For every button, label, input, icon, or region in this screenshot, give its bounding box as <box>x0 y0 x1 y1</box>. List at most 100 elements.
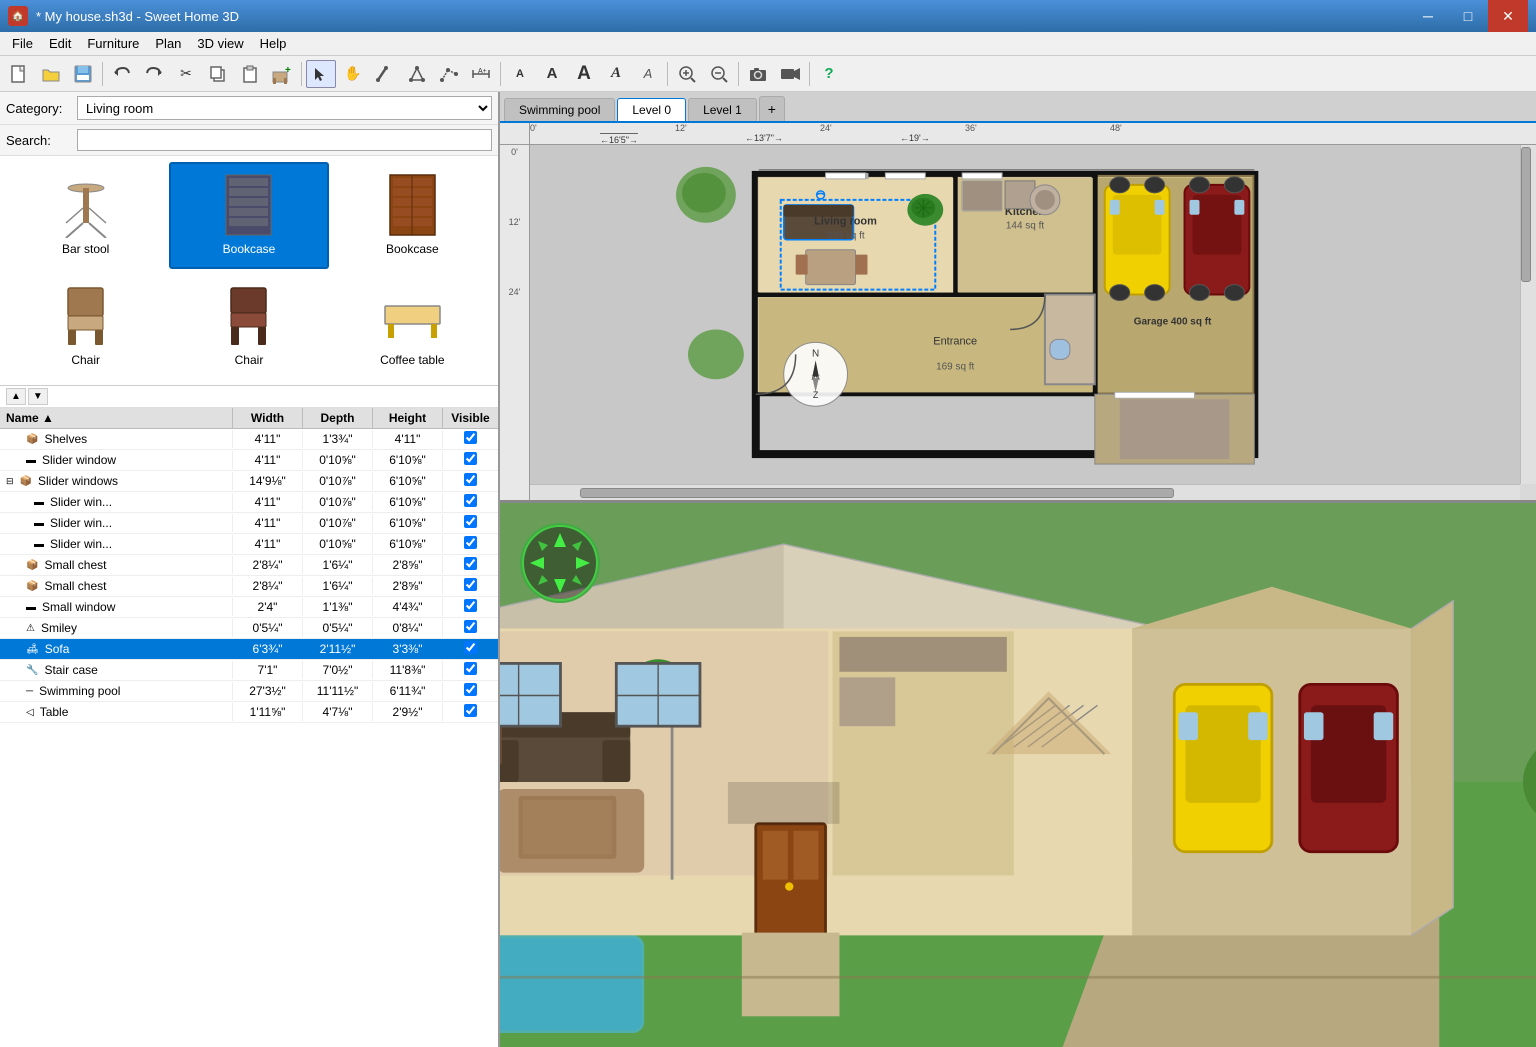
furniture-item-bookcase-2[interactable]: Bookcase <box>333 162 492 269</box>
grid-scroll-down[interactable]: ▼ <box>28 388 48 405</box>
video-button[interactable] <box>775 60 805 88</box>
list-item[interactable]: 📦Small chest 2'8¼" 1'6¼" 2'8⅝" <box>0 555 498 576</box>
redo-button[interactable] <box>139 60 169 88</box>
bookcase-1-label: Bookcase <box>223 242 276 256</box>
undo-button[interactable] <box>107 60 137 88</box>
right-panel: Swimming pool Level 0 Level 1 + 0' 12' 2… <box>500 92 1536 1047</box>
cut-button[interactable]: ✂ <box>171 60 201 88</box>
help-button[interactable]: ? <box>814 60 844 88</box>
menu-furniture[interactable]: Furniture <box>79 34 147 53</box>
row-name-slider-windows-group: ⊟📦Slider windows <box>0 472 233 490</box>
window-title: * My house.sh3d - Sweet Home 3D <box>36 9 239 24</box>
copy-button[interactable] <box>203 60 233 88</box>
nav-circle[interactable] <box>520 523 600 603</box>
furniture-item-chair-2[interactable]: Chair <box>169 273 328 380</box>
list-item[interactable]: 📦Shelves 4'11" 1'3¾" 4'11" <box>0 429 498 450</box>
search-input[interactable] <box>77 129 492 151</box>
bookcase-2-label: Bookcase <box>386 242 439 256</box>
list-item[interactable]: 🔧Stair case 7'1" 7'0½" 11'8⅜" <box>0 660 498 681</box>
menu-3dview[interactable]: 3D view <box>189 34 251 53</box>
svg-text:144 sq ft: 144 sq ft <box>1006 221 1044 232</box>
search-row: Search: <box>0 125 498 156</box>
category-label: Category: <box>6 101 71 116</box>
ruler-vertical: 0' 12' 24' 20'6" <box>500 145 530 500</box>
toolbar-sep-6 <box>809 62 810 86</box>
header-depth[interactable]: Depth <box>303 408 373 428</box>
header-visible[interactable]: Visible <box>443 408 498 428</box>
header-name[interactable]: Name ▲ <box>0 408 233 428</box>
text-large-button[interactable]: A <box>569 60 599 88</box>
create-wall-button[interactable] <box>370 60 400 88</box>
header-width[interactable]: Width <box>233 408 303 428</box>
row-name-sofa: 🛋Sofa <box>0 640 233 658</box>
tab-bar: Swimming pool Level 0 Level 1 + <box>500 92 1536 123</box>
zoom-in-button[interactable] <box>672 60 702 88</box>
list-item[interactable]: ▬Slider win... 4'11" 0'10⅞" 6'10⅝" <box>0 513 498 534</box>
tab-level-0[interactable]: Level 0 <box>617 98 686 121</box>
text-style-button[interactable]: A <box>601 60 631 88</box>
row-name-stair-case: 🔧Stair case <box>0 661 233 679</box>
plan-scrollbar-vertical[interactable] <box>1520 145 1536 484</box>
menu-edit[interactable]: Edit <box>41 34 79 53</box>
list-item[interactable]: ▬Small window 2'4" 1'1⅜" 4'4¾" <box>0 597 498 618</box>
create-polyline-button[interactable] <box>434 60 464 88</box>
list-item[interactable]: ▬Slider window 4'11" 0'10⅝" 6'10⅝" <box>0 450 498 471</box>
header-height[interactable]: Height <box>373 408 443 428</box>
menu-plan[interactable]: Plan <box>147 34 189 53</box>
text-small-button[interactable]: A <box>505 60 535 88</box>
app-icon: 🏠 <box>8 6 28 26</box>
plan-view[interactable]: 0' 12' 24' 36' 48' ←16'5"→ ←13'7"→ ←19'→… <box>500 123 1536 503</box>
category-row: Category: Living room Bedroom Kitchen Ba… <box>0 92 498 125</box>
furniture-item-bookcase-1[interactable]: Bookcase <box>169 162 328 269</box>
bookcase-2-icon <box>377 170 447 240</box>
toolbar-sep-4 <box>667 62 668 86</box>
list-item[interactable]: ▬Slider win... 4'11" 0'10⅝" 6'10⅝" <box>0 534 498 555</box>
scrollbar-thumb-h[interactable] <box>580 488 1174 498</box>
text-medium-button[interactable]: A <box>537 60 567 88</box>
ruler-corner <box>500 123 530 145</box>
menu-help[interactable]: Help <box>252 34 295 53</box>
row-name-slider-win-3: ▬Slider win... <box>0 535 233 553</box>
window-controls[interactable]: ─ □ ✕ <box>1408 0 1528 32</box>
list-item[interactable]: ─Swimming pool 27'3½" 11'11½" 6'11¾" <box>0 681 498 702</box>
text-italic-button[interactable]: A <box>633 60 663 88</box>
category-select[interactable]: Living room Bedroom Kitchen Bathroom Off… <box>77 96 492 120</box>
scrollbar-thumb-v[interactable] <box>1521 147 1531 283</box>
list-item[interactable]: ◁Table 1'11⅝" 4'7⅛" 2'9½" <box>0 702 498 723</box>
list-item[interactable]: ⊟📦Slider windows 14'9⅛" 0'10⅞" 6'10⅝" <box>0 471 498 492</box>
close-button[interactable]: ✕ <box>1488 0 1528 32</box>
maximize-button[interactable]: □ <box>1448 0 1488 32</box>
list-item[interactable]: 📦Small chest 2'8¼" 1'6¼" 2'8⅝" <box>0 576 498 597</box>
furniture-item-coffee-table[interactable]: Coffee table <box>333 273 492 380</box>
furniture-item-bar-stool[interactable]: Bar stool <box>6 162 165 269</box>
zoom-out-button[interactable] <box>704 60 734 88</box>
save-button[interactable] <box>68 60 98 88</box>
paste-button[interactable] <box>235 60 265 88</box>
list-item[interactable]: ▬Slider win... 4'11" 0'10⅞" 6'10⅝" <box>0 492 498 513</box>
list-item[interactable]: ⚠Smiley 0'5¼" 0'5¼" 0'8¼" <box>0 618 498 639</box>
open-button[interactable] <box>36 60 66 88</box>
camera-button[interactable] <box>743 60 773 88</box>
furniture-list[interactable]: Name ▲ Width Depth Height Visible 📦Shelv… <box>0 408 498 1047</box>
floor-plan-area[interactable]: N Z <box>530 145 1520 484</box>
pan-button[interactable]: ✋ <box>338 60 368 88</box>
grid-scroll-up[interactable]: ▲ <box>6 388 26 405</box>
add-furniture-button[interactable]: + <box>267 60 297 88</box>
list-item-sofa[interactable]: 🛋Sofa 6'3¾" 2'11½" 3'3⅜" <box>0 639 498 660</box>
menu-bar: File Edit Furniture Plan 3D view Help <box>0 32 1536 56</box>
dimension-button[interactable]: A+ <box>466 60 496 88</box>
title-bar-left: 🏠 * My house.sh3d - Sweet Home 3D <box>8 6 239 26</box>
tab-level-1[interactable]: Level 1 <box>688 98 757 121</box>
menu-file[interactable]: File <box>4 34 41 53</box>
plan-scrollbar-horizontal[interactable] <box>530 484 1520 500</box>
minimize-button[interactable]: ─ <box>1408 0 1448 32</box>
view-3d[interactable] <box>500 503 1536 1047</box>
furniture-item-chair-1[interactable]: Chair <box>6 273 165 380</box>
tab-swimming-pool[interactable]: Swimming pool <box>504 98 615 121</box>
svg-text:A+: A+ <box>478 68 487 75</box>
row-name-smiley: ⚠Smiley <box>0 619 233 637</box>
create-room-button[interactable] <box>402 60 432 88</box>
select-button[interactable] <box>306 60 336 88</box>
tab-add-button[interactable]: + <box>759 96 785 121</box>
new-button[interactable] <box>4 60 34 88</box>
